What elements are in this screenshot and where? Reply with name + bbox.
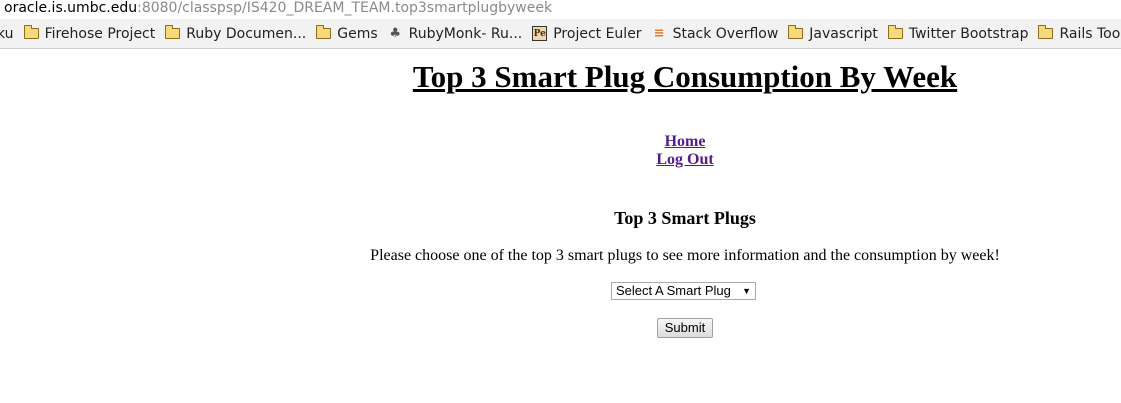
rubymonk-icon: ♣ [389, 26, 401, 41]
folder-icon [887, 25, 903, 39]
page-content: Top 3 Smart Plug Consumption By Week Hom… [0, 49, 1121, 403]
bookmark-firehose-project[interactable]: Firehose Project [23, 25, 156, 42]
folder-icon [165, 25, 181, 39]
section-title: Top 3 Smart Plugs [614, 208, 756, 228]
folder-icon [316, 25, 332, 39]
bookmark-label: Gems [337, 25, 378, 42]
stack-overflow-icon: ≡ [653, 26, 665, 41]
bookmark-label: Stack Overflow [672, 25, 779, 42]
bookmark-gems[interactable]: Gems [316, 25, 378, 42]
bookmark-label: Twitter Bootstrap [908, 25, 1029, 42]
address-bar[interactable]: oracle.is.umbc.edu:8080/classpsp/IS420_D… [0, 0, 1121, 19]
page-title: Top 3 Smart Plug Consumption By Week [412, 59, 958, 94]
folder-icon [788, 25, 804, 39]
bookmarks-bar: ku Firehose Project Ruby Documen... Gems… [0, 19, 1121, 49]
bookmark-label: ku [0, 25, 14, 42]
dropdown-arrow-icon: ▼ [742, 286, 751, 296]
folder-icon [23, 25, 39, 39]
bookmark-rubymonk[interactable]: ♣ RubyMonk- Ru... [388, 25, 523, 42]
bookmark-ruby-documentation[interactable]: Ruby Documen... [165, 25, 307, 42]
bookmark-label: Rails Tools [1059, 25, 1121, 42]
project-euler-icon: Pe [532, 26, 548, 41]
home-link[interactable]: Home [665, 133, 706, 150]
bookmark-label: Javascript [809, 25, 878, 42]
url-host: oracle.is.umbc.edu [4, 0, 138, 16]
bookmark-project-euler[interactable]: Pe Project Euler [532, 25, 642, 42]
logout-link[interactable]: Log Out [656, 151, 713, 168]
bookmark-javascript[interactable]: Javascript [788, 25, 878, 42]
bookmark-rails-tools[interactable]: Rails Tools [1038, 25, 1121, 42]
bookmark-twitter-bootstrap[interactable]: Twitter Bootstrap [887, 25, 1029, 42]
instructions-text: Please choose one of the top 3 smart plu… [370, 247, 1000, 264]
bookmark-label: Project Euler [553, 25, 642, 42]
smart-plug-select[interactable]: Select A Smart Plug ▼ [611, 282, 756, 300]
bookmark-ku[interactable]: ku [0, 26, 14, 42]
bookmark-stack-overflow[interactable]: ≡ Stack Overflow [652, 26, 779, 42]
select-value: Select A Smart Plug [616, 283, 731, 298]
nav-links: Home Log Out [249, 133, 1121, 169]
folder-icon [1038, 25, 1054, 39]
bookmark-label: RubyMonk- Ru... [408, 25, 523, 42]
bookmark-label: Ruby Documen... [186, 25, 307, 42]
submit-button[interactable]: Submit [657, 318, 713, 338]
url-path: :8080/classpsp/IS420_DREAM_TEAM.top3smar… [137, 0, 553, 16]
bookmark-label: Firehose Project [44, 25, 156, 42]
